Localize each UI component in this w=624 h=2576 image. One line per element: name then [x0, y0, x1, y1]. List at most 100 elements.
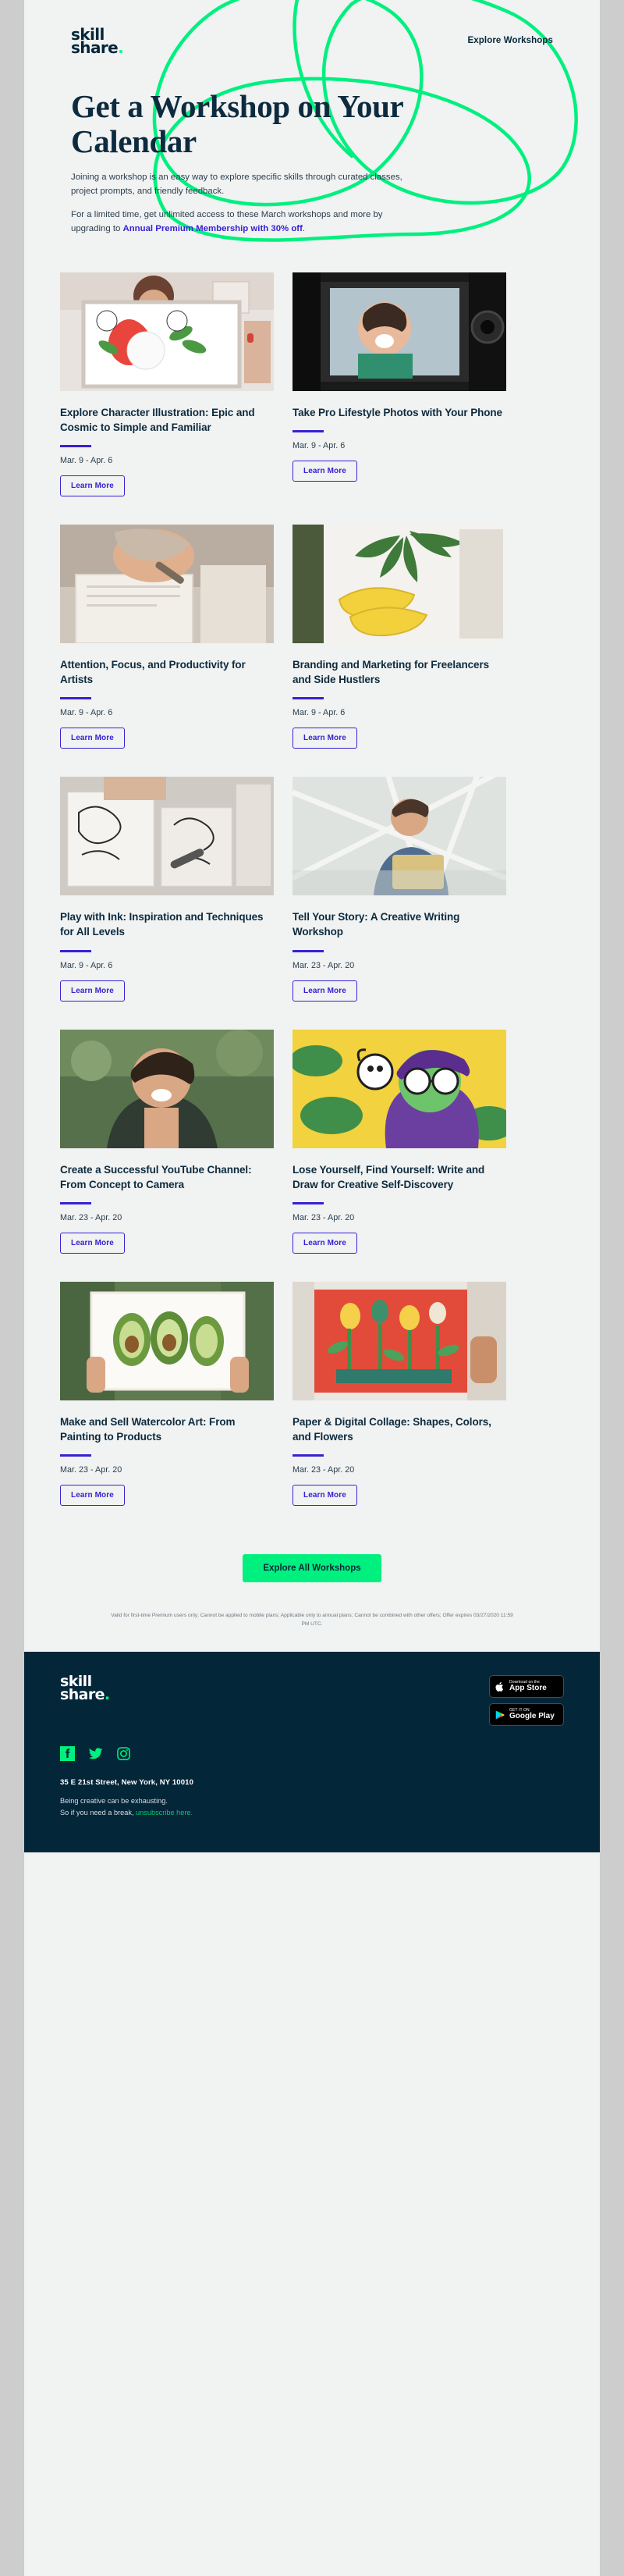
workshop-card[interactable]: Play with Ink: Inspiration and Technique…	[60, 777, 274, 1002]
card-title: Attention, Focus, and Productivity for A…	[60, 658, 246, 686]
card-divider	[60, 697, 91, 700]
skillshare-logo[interactable]: skill share.	[71, 27, 124, 58]
footer-logo-dot: .	[104, 1685, 110, 1703]
writer-window-photo	[292, 777, 506, 896]
footer-note-line-2-prefix: So if you need a break,	[60, 1808, 136, 1816]
twitter-icon[interactable]	[88, 1746, 103, 1765]
hero-p2-suffix: .	[302, 223, 306, 233]
learn-more-button[interactable]: Learn More	[60, 980, 125, 1002]
card-divider	[292, 1201, 324, 1204]
explore-all-workshops-button[interactable]: Explore All Workshops	[243, 1554, 381, 1583]
card-divider	[292, 1454, 324, 1457]
ink-drawings-photo	[60, 777, 274, 896]
avocado-watercolor-photo	[60, 1281, 274, 1400]
card-date: Mar. 23 - Apr. 20	[292, 1465, 355, 1475]
workshop-card[interactable]: Tell Your Story: A Creative Writing Work…	[292, 777, 506, 1002]
workshop-card[interactable]: Make and Sell Watercolor Art: From Paint…	[60, 1281, 274, 1507]
card-date: Mar. 9 - Apr. 6	[60, 960, 113, 970]
unsubscribe-link[interactable]: unsubscribe here.	[136, 1809, 193, 1816]
card-divider	[60, 1454, 91, 1457]
card-image	[60, 272, 274, 391]
card-image	[292, 1029, 506, 1148]
illustration-photo	[60, 272, 274, 391]
hero-content: skill share. Explore Workshops Get a Wor…	[24, 0, 600, 237]
card-title: Take Pro Lifestyle Photos with Your Phon…	[292, 406, 502, 418]
card-divider	[292, 949, 324, 952]
workshop-card[interactable]: Take Pro Lifestyle Photos with Your Phon…	[292, 272, 506, 496]
header-bar: skill share. Explore Workshops	[71, 27, 553, 58]
workshop-card[interactable]: Paper & Digital Collage: Shapes, Colors,…	[292, 1281, 506, 1507]
learn-more-button[interactable]: Learn More	[292, 980, 357, 1002]
instagram-icon[interactable]	[116, 1746, 131, 1765]
card-title: Tell Your Story: A Creative Writing Work…	[292, 911, 460, 938]
hero-section: skill share. Explore Workshops Get a Wor…	[24, 0, 600, 244]
card-title: Explore Character Illustration: Epic and…	[60, 406, 255, 433]
footer-note-line-1: Being creative can be exhausting.	[60, 1797, 168, 1806]
app-store-big-text: App Store	[509, 1684, 547, 1693]
google-play-badge-text: GET IT ON Google Play	[509, 1708, 555, 1721]
paper-collage-photo	[292, 1281, 506, 1400]
learn-more-button[interactable]: Learn More	[292, 1485, 357, 1507]
card-image	[60, 524, 274, 643]
card-divider	[60, 444, 91, 447]
card-image	[292, 524, 506, 643]
card-title: Paper & Digital Collage: Shapes, Colors,…	[292, 1415, 491, 1443]
apple-icon	[495, 1681, 504, 1692]
card-image	[292, 1281, 506, 1400]
email-body: skill share. Explore Workshops Get a Wor…	[24, 0, 600, 2576]
hero-paragraph-2: For a limited time, get unlimited access…	[71, 208, 406, 236]
card-row: Explore Character Illustration: Epic and…	[60, 272, 564, 496]
illustrated-woman-photo	[292, 1029, 506, 1148]
learn-more-button[interactable]: Learn More	[60, 1232, 125, 1254]
card-title: Lose Yourself, Find Yourself: Write and …	[292, 1163, 485, 1190]
bananas-photo	[292, 524, 506, 643]
learn-more-button[interactable]: Learn More	[60, 728, 125, 749]
footer-skillshare-logo[interactable]: skill share.	[60, 1674, 110, 1703]
disclaimer-text: Valid for first-time Premium users only;…	[111, 1613, 513, 1627]
card-date: Mar. 23 - Apr. 20	[60, 1212, 122, 1222]
premium-membership-link[interactable]: Annual Premium Membership with 30% off	[123, 224, 303, 233]
workshop-card[interactable]: Branding and Marketing for Freelancers a…	[292, 524, 506, 749]
card-date: Mar. 9 - Apr. 6	[60, 708, 113, 718]
card-title: Create a Successful YouTube Channel: Fro…	[60, 1163, 252, 1190]
card-row: Create a Successful YouTube Channel: Fro…	[60, 1029, 564, 1254]
card-row: Attention, Focus, and Productivity for A…	[60, 524, 564, 749]
card-divider	[292, 697, 324, 700]
workshop-card[interactable]: Explore Character Illustration: Epic and…	[60, 272, 274, 496]
learn-more-button[interactable]: Learn More	[292, 1232, 357, 1254]
logo-line-2: share.	[71, 38, 124, 58]
phone-photo	[292, 272, 506, 391]
google-play-badge[interactable]: GET IT ON Google Play	[489, 1703, 564, 1727]
card-title: Play with Ink: Inspiration and Technique…	[60, 911, 264, 938]
app-store-badge[interactable]: Download on the App Store	[489, 1675, 564, 1699]
google-play-icon	[495, 1710, 505, 1720]
learn-more-button[interactable]: Learn More	[292, 728, 357, 749]
explore-workshops-link[interactable]: Explore Workshops	[468, 36, 553, 45]
logo-dot: .	[118, 38, 124, 58]
card-date: Mar. 23 - Apr. 20	[60, 1465, 122, 1475]
card-title: Branding and Marketing for Freelancers a…	[292, 658, 490, 686]
learn-more-button[interactable]: Learn More	[60, 1485, 125, 1507]
workshop-card[interactable]: Lose Yourself, Find Yourself: Write and …	[292, 1029, 506, 1254]
card-date: Mar. 23 - Apr. 20	[292, 960, 355, 970]
facebook-icon[interactable]	[60, 1746, 75, 1765]
learn-more-button[interactable]: Learn More	[60, 475, 125, 496]
workshop-card[interactable]: Attention, Focus, and Productivity for A…	[60, 524, 274, 749]
footer: skill share. Download on the App Store G…	[24, 1652, 600, 1852]
email-page: skill share. Explore Workshops Get a Wor…	[0, 0, 624, 2576]
footer-note: Being creative can be exhausting. So if …	[60, 1795, 564, 1818]
workshop-card[interactable]: Create a Successful YouTube Channel: Fro…	[60, 1029, 274, 1254]
app-store-badge-text: Download on the App Store	[509, 1680, 547, 1693]
card-title: Make and Sell Watercolor Art: From Paint…	[60, 1415, 236, 1443]
card-date: Mar. 9 - Apr. 6	[292, 708, 346, 718]
learn-more-button[interactable]: Learn More	[292, 460, 357, 482]
card-image	[60, 1029, 274, 1148]
footer-address: 35 E 21st Street, New York, NY 10010	[60, 1778, 194, 1788]
app-store-badges: Download on the App Store GET IT ON Goog…	[489, 1675, 564, 1727]
cta-section: Explore All Workshops	[24, 1534, 600, 1583]
hero-paragraph-1: Joining a workshop is an easy way to exp…	[71, 172, 402, 196]
card-divider	[60, 1201, 91, 1204]
card-date: Mar. 9 - Apr. 6	[292, 440, 346, 450]
card-date: Mar. 9 - Apr. 6	[60, 455, 113, 465]
card-image	[292, 777, 506, 896]
